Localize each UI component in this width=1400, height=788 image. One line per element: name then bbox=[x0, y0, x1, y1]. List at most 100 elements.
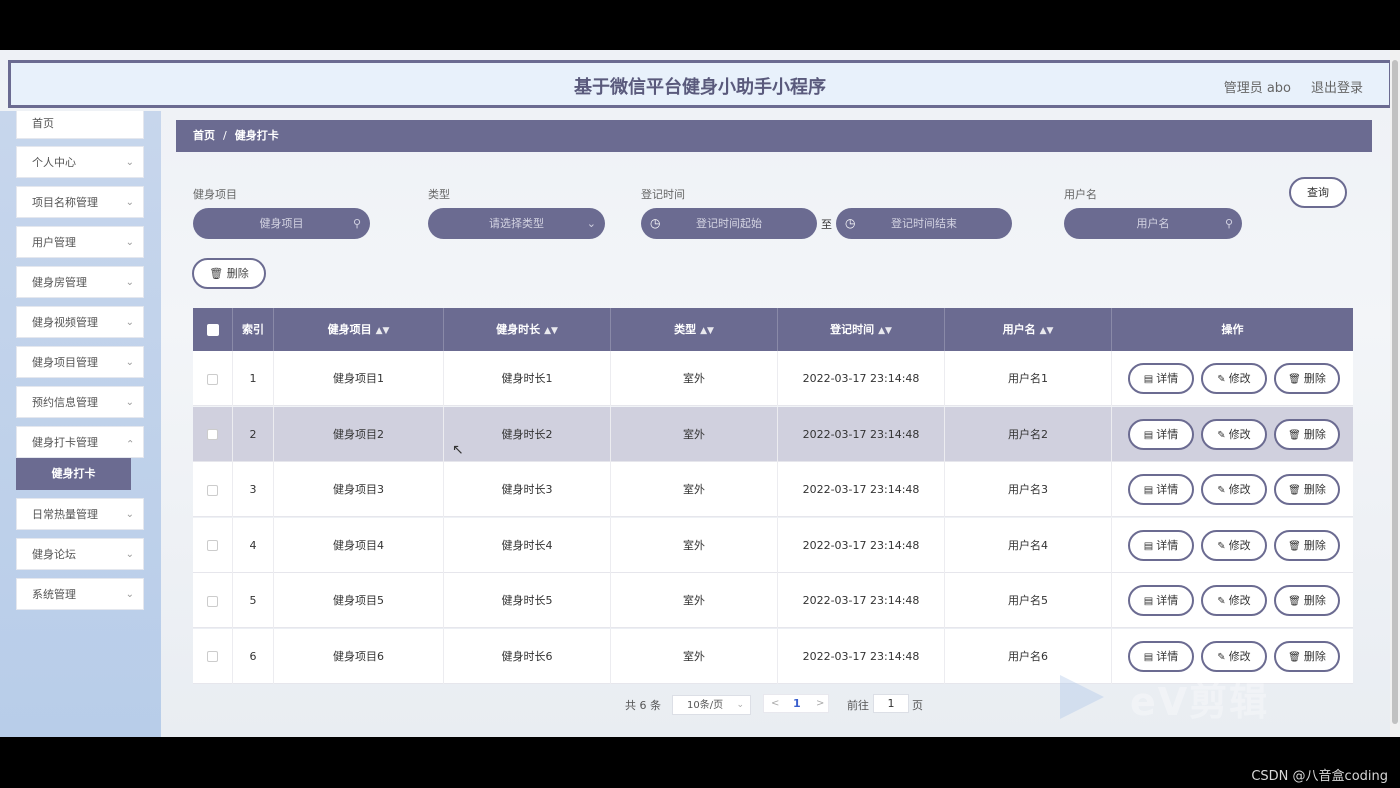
sidebar-item-project-name[interactable]: 项目名称管理 ⌄ bbox=[16, 186, 144, 218]
scrollbar-thumb[interactable] bbox=[1392, 60, 1398, 724]
pencil-icon: ✎ bbox=[1217, 374, 1226, 385]
table-row[interactable]: 3 健身项目3 健身时长3 室外 2022-03-17 23:14:48 用户名3 ▤ 详情 ✎… bbox=[193, 462, 1353, 517]
detail-button[interactable]: ▤ 详情 bbox=[1128, 640, 1194, 672]
edit-button[interactable]: ✎ 修改 bbox=[1201, 640, 1267, 672]
batch-delete-button[interactable]: 🗑 删除 bbox=[192, 258, 266, 289]
sidebar-item-fitness-projects[interactable]: 健身项目管理 ⌄ bbox=[16, 346, 144, 378]
project-search-input[interactable]: 健身项目 ⚲ bbox=[193, 208, 370, 239]
row-checkbox-cell[interactable] bbox=[193, 351, 233, 406]
cell-project: 健身项目3 bbox=[274, 462, 444, 517]
sidebar-item-home[interactable]: 首页 bbox=[16, 111, 144, 139]
goto-label: 前往 bbox=[847, 699, 869, 712]
cell-index: 5 bbox=[233, 573, 274, 628]
row-checkbox[interactable] bbox=[207, 651, 218, 662]
row-checkbox-cell[interactable] bbox=[193, 517, 233, 573]
delete-button[interactable]: 🗑 删除 bbox=[1274, 474, 1340, 505]
breadcrumb-home[interactable]: 首页 bbox=[193, 129, 215, 142]
chevron-down-icon: ⌄ bbox=[125, 237, 134, 248]
sidebar-item-calories[interactable]: 日常热量管理 ⌄ bbox=[16, 498, 144, 530]
row-checkbox[interactable] bbox=[207, 373, 218, 385]
sort-icon[interactable]: ▲▼ bbox=[700, 326, 714, 336]
table-row[interactable]: 4 健身项目4 健身时长4 室外 2022-03-17 23:14:48 用户名4 ▤ 详情 ✎… bbox=[193, 517, 1353, 573]
sort-icon[interactable]: ▲▼ bbox=[878, 326, 892, 336]
delete-button[interactable]: 🗑 删除 bbox=[1274, 529, 1340, 561]
row-checkbox[interactable] bbox=[207, 429, 218, 440]
edit-button[interactable]: ✎ 修改 bbox=[1201, 585, 1267, 616]
col-duration[interactable]: 健身时长 ▲▼ bbox=[444, 308, 611, 351]
sidebar-item-personal-center[interactable]: 个人中心 ⌄ bbox=[16, 146, 144, 178]
page-scrollbar[interactable] bbox=[1390, 50, 1400, 737]
video-bottom-bar bbox=[0, 737, 1400, 788]
edit-button-label: 修改 bbox=[1228, 594, 1251, 607]
edit-button[interactable]: ✎ 修改 bbox=[1201, 363, 1267, 394]
user-search-input[interactable]: 用户名 ⚲ bbox=[1064, 208, 1242, 239]
detail-button[interactable]: ▤ 详情 bbox=[1128, 363, 1194, 394]
cell-time: 2022-03-17 23:14:48 bbox=[778, 462, 945, 517]
detail-button[interactable]: ▤ 详情 bbox=[1128, 474, 1194, 505]
select-all-checkbox-cell[interactable] bbox=[193, 308, 233, 351]
sidebar-item-gym[interactable]: 健身房管理 ⌄ bbox=[16, 266, 144, 298]
type-filter-label: 类型 bbox=[428, 188, 450, 201]
project-filter-label: 健身项目 bbox=[193, 188, 237, 201]
edit-button-label: 修改 bbox=[1228, 427, 1251, 441]
table-row[interactable]: 5 健身项目5 健身时长5 室外 2022-03-17 23:14:48 用户名5 ▤ 详情 ✎… bbox=[193, 573, 1353, 628]
row-checkbox[interactable] bbox=[207, 595, 218, 607]
document-icon: ▤ bbox=[1143, 374, 1154, 385]
delete-button[interactable]: 🗑 删除 bbox=[1274, 418, 1340, 450]
sidebar-subitem-checkin[interactable]: 健身打卡 bbox=[16, 458, 131, 490]
row-checkbox[interactable] bbox=[207, 484, 218, 496]
chevron-down-icon: ⌄ bbox=[125, 317, 134, 328]
detail-button-label: 详情 bbox=[1156, 427, 1179, 441]
detail-button[interactable]: ▤ 详情 bbox=[1128, 529, 1194, 561]
edit-button-label: 修改 bbox=[1228, 372, 1251, 385]
delete-button-label: 删除 bbox=[1303, 538, 1326, 552]
page-size-select[interactable]: 10条/页 ⌄ bbox=[672, 695, 751, 715]
admin-app: 基于微信平台健身小助手小程序 管理员 abo 退出登录 首页 个人中心 ⌄ 项目名… bbox=[0, 50, 1400, 737]
sidebar-item-users[interactable]: 用户管理 ⌄ bbox=[16, 226, 144, 258]
row-checkbox-cell[interactable] bbox=[193, 628, 233, 684]
sidebar-item-system[interactable]: 系统管理 ⌄ bbox=[16, 578, 144, 610]
table-row[interactable]: 1 健身项目1 健身时长1 室外 2022-03-17 23:14:48 用户名1 ▤ 详情 ✎… bbox=[193, 351, 1353, 406]
type-select[interactable]: 请选择类型 ⌄ bbox=[428, 208, 605, 239]
row-checkbox-cell[interactable] bbox=[193, 462, 233, 517]
prev-page-icon[interactable]: < bbox=[771, 695, 779, 713]
time-end-input[interactable]: ◷ 登记时间结束 bbox=[836, 208, 1012, 239]
select-all-checkbox[interactable] bbox=[206, 324, 219, 336]
cell-time: 2022-03-17 23:14:48 bbox=[778, 573, 945, 628]
edit-button[interactable]: ✎ 修改 bbox=[1201, 529, 1267, 561]
detail-button[interactable]: ▤ 详情 bbox=[1128, 418, 1194, 450]
logout-link[interactable]: 退出登录 bbox=[1311, 77, 1363, 96]
sidebar-item-checkin[interactable]: 健身打卡管理 ⌄ bbox=[16, 426, 144, 458]
edit-button[interactable]: ✎ 修改 bbox=[1201, 418, 1267, 450]
row-checkbox-cell[interactable] bbox=[193, 573, 233, 628]
cell-duration: 健身时长6 bbox=[444, 628, 611, 684]
sidebar-item-forum[interactable]: 健身论坛 ⌄ bbox=[16, 538, 144, 570]
col-user[interactable]: 用户名 ▲▼ bbox=[945, 308, 1112, 351]
delete-button[interactable]: 🗑 删除 bbox=[1274, 363, 1340, 394]
edit-button-label: 修改 bbox=[1228, 483, 1251, 496]
table-row[interactable]: 2 健身项目2 健身时长2 室外 2022-03-17 23:14:48 用户名2 ▤ 详情 ✎… bbox=[193, 406, 1353, 462]
delete-button[interactable]: 🗑 删除 bbox=[1274, 585, 1340, 616]
cell-user: 用户名2 bbox=[945, 406, 1112, 462]
query-button[interactable]: 查询 bbox=[1289, 177, 1347, 208]
col-project[interactable]: 健身项目 ▲▼ bbox=[274, 308, 444, 351]
row-checkbox-cell[interactable] bbox=[193, 406, 233, 462]
col-type[interactable]: 类型 ▲▼ bbox=[611, 308, 778, 351]
row-checkbox[interactable] bbox=[207, 540, 218, 551]
col-duration-label: 健身时长 bbox=[496, 323, 541, 336]
goto-page-input[interactable]: 1 bbox=[873, 694, 909, 713]
time-start-input[interactable]: ◷ 登记时间起始 bbox=[641, 208, 817, 239]
delete-button[interactable]: 🗑 删除 bbox=[1274, 640, 1340, 672]
sidebar-item-reservations[interactable]: 预约信息管理 ⌄ bbox=[16, 386, 144, 418]
edit-button[interactable]: ✎ 修改 bbox=[1201, 474, 1267, 505]
col-time[interactable]: 登记时间 ▲▼ bbox=[778, 308, 945, 351]
chevron-down-icon: ⌄ bbox=[736, 700, 744, 710]
next-page-icon[interactable]: > bbox=[816, 695, 824, 713]
cell-index: 2 bbox=[233, 406, 274, 462]
sort-icon[interactable]: ▲▼ bbox=[544, 326, 558, 336]
current-page[interactable]: 1 bbox=[793, 695, 801, 713]
sort-icon[interactable]: ▲▼ bbox=[376, 326, 390, 336]
sidebar-item-videos[interactable]: 健身视频管理 ⌄ bbox=[16, 306, 144, 338]
sort-icon[interactable]: ▲▼ bbox=[1040, 326, 1054, 336]
detail-button[interactable]: ▤ 详情 bbox=[1128, 585, 1194, 616]
